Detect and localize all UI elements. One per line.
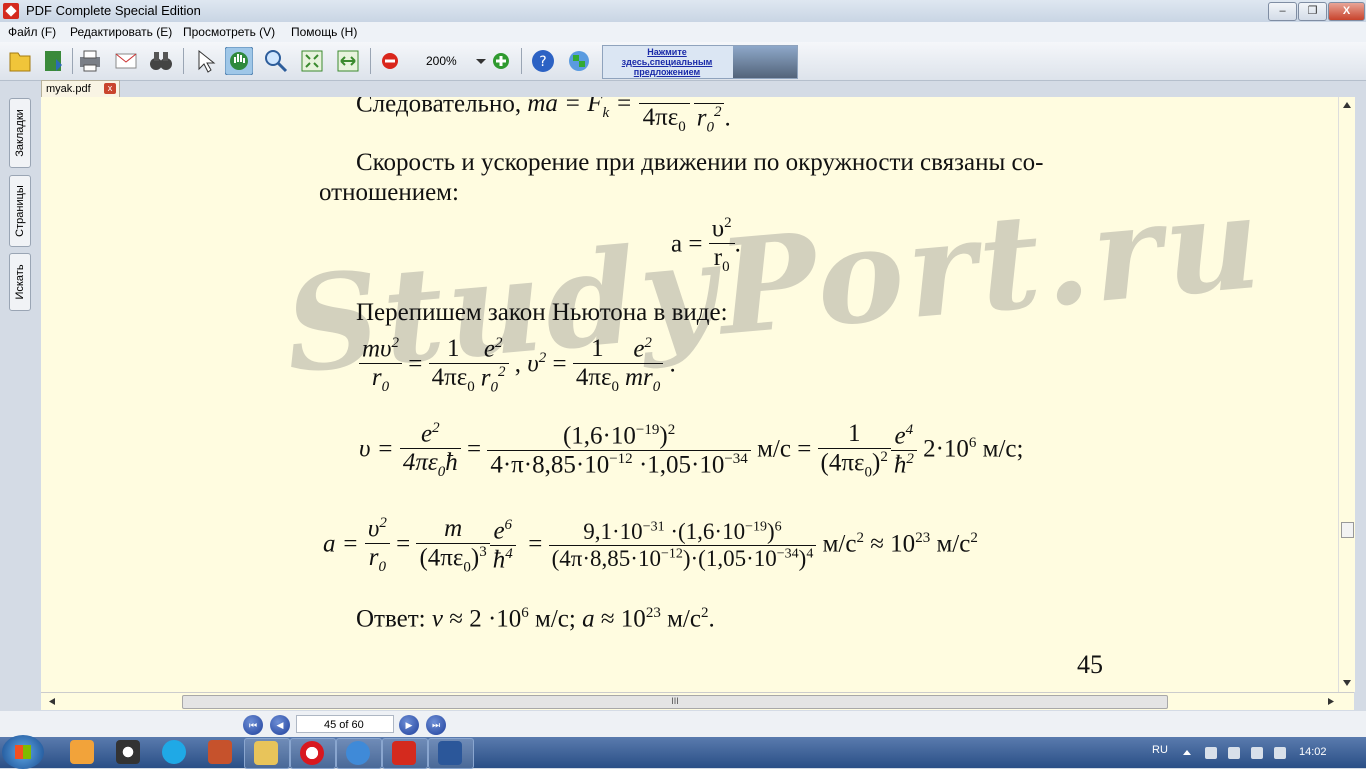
- minimize-button[interactable]: –: [1268, 2, 1297, 21]
- zoom-in-icon[interactable]: [487, 47, 515, 75]
- first-page-icon[interactable]: ⏮: [243, 715, 263, 735]
- promo-banner-image: [733, 46, 797, 78]
- opera-icon: [300, 741, 324, 765]
- clock[interactable]: 14:02: [1299, 746, 1327, 758]
- paragraph-2: Перепишем закон Ньютона в виде:: [356, 299, 728, 326]
- select-cursor-icon[interactable]: [190, 47, 218, 75]
- tray-devices-icon[interactable]: [1228, 747, 1240, 759]
- vertical-scroll-thumb[interactable]: [1341, 522, 1354, 538]
- page-number-input[interactable]: 45 of 60: [296, 715, 394, 733]
- window-title: PDF Complete Special Edition: [26, 3, 201, 18]
- app-icon: [3, 3, 19, 19]
- tab-filename: myak.pdf: [46, 83, 91, 95]
- document-page: StudyPort.ru Следовательно, ma = Fk = 4π…: [41, 97, 1338, 692]
- taskbar-ie[interactable]: [336, 738, 382, 769]
- side-tab-search-label: Искать: [14, 264, 26, 300]
- word-icon: [438, 741, 462, 765]
- close-button[interactable]: X: [1328, 2, 1365, 21]
- formula-velocity: υ = e2 4πε0ħ = (1,6·10−19)2 4·π·8,85·10−12…: [359, 420, 1024, 481]
- toolbar-separator: [370, 48, 371, 74]
- taskbar-word[interactable]: [428, 738, 474, 769]
- formula-line-1: Следовательно, ma = Fk = 4πε0 r02.: [356, 97, 731, 136]
- folder-icon: [254, 741, 278, 765]
- taskbar: RU 14:02: [0, 735, 1366, 769]
- answer-line: Ответ: ν ≈ 2 ·106 м/с; a ≈ 1023 м/с2.: [356, 605, 715, 633]
- toolbar-separator: [521, 48, 522, 74]
- hand-tool-icon[interactable]: [225, 47, 253, 75]
- menu-bar: Файл (F) Редактировать (E) Просмотреть (…: [0, 22, 1366, 42]
- next-page-icon[interactable]: ▶: [399, 715, 419, 735]
- show-hidden-icons-icon[interactable]: [1182, 749, 1192, 756]
- side-tab-search[interactable]: Искать: [9, 253, 31, 311]
- skype-icon[interactable]: [162, 740, 186, 764]
- taskbar-explorer[interactable]: [244, 738, 290, 769]
- find-binoculars-icon[interactable]: [147, 47, 175, 75]
- save-icon[interactable]: [40, 47, 68, 75]
- image-viewer-icon[interactable]: [208, 740, 232, 764]
- scroll-down-icon[interactable]: [1342, 679, 1352, 687]
- formula-acceleration: a = υ2 r0 = m (4πε0)3 e6 ħ4 = 9,1·10−31 ·(1,…: [323, 515, 978, 576]
- internet-explorer-icon: [346, 741, 370, 765]
- vertical-scrollbar[interactable]: [1338, 97, 1355, 692]
- side-tab-bookmarks-label: Закладки: [14, 109, 26, 157]
- menu-edit[interactable]: Редактировать (E): [70, 25, 172, 39]
- zoom-out-icon[interactable]: [376, 47, 404, 75]
- pdf-complete-icon: [392, 741, 416, 765]
- hp-icon[interactable]: [116, 740, 140, 764]
- side-tab-pages[interactable]: Страницы: [9, 175, 31, 247]
- zoom-magnifier-icon[interactable]: [262, 47, 290, 75]
- language-indicator[interactable]: RU: [1152, 744, 1168, 756]
- page-navigation-bar: ⏮ ◀ 45 of 60 ▶ ⏭: [0, 711, 1366, 737]
- menu-file[interactable]: Файл (F): [8, 25, 56, 39]
- volume-icon[interactable]: [1251, 747, 1263, 759]
- print-icon[interactable]: [76, 47, 104, 75]
- update-globe-icon[interactable]: [565, 47, 593, 75]
- toolbar-separator: [72, 48, 73, 74]
- horizontal-scrollbar[interactable]: III: [41, 692, 1354, 710]
- tray-settings-icon[interactable]: [1274, 747, 1286, 759]
- open-folder-icon[interactable]: [6, 47, 34, 75]
- page-number: 45: [1077, 650, 1103, 679]
- fit-width-icon[interactable]: [334, 47, 362, 75]
- scroll-right-icon[interactable]: [1327, 697, 1335, 706]
- tab-close-button[interactable]: x: [104, 83, 116, 94]
- tray-network-icon[interactable]: [1205, 747, 1217, 759]
- zoom-level[interactable]: 200%: [426, 54, 457, 68]
- media-player-icon[interactable]: [70, 740, 94, 764]
- taskbar-opera[interactable]: [290, 738, 336, 769]
- promo-banner-text[interactable]: Нажмите здесь,специальным предложением: [603, 46, 731, 78]
- email-icon[interactable]: [112, 47, 140, 75]
- side-tab-pages-label: Страницы: [14, 185, 26, 237]
- last-page-icon[interactable]: ⏭: [426, 715, 446, 735]
- toolbar-separator: [183, 48, 184, 74]
- help-icon[interactable]: ?: [529, 47, 557, 75]
- svg-text:?: ?: [539, 54, 546, 70]
- tab-document[interactable]: myak.pdf x: [41, 80, 120, 98]
- promo-banner[interactable]: Нажмите здесь,специальным предложением: [602, 45, 798, 79]
- taskbar-pdf-complete[interactable]: [382, 738, 428, 769]
- title-bar: PDF Complete Special Edition – ❐ X: [0, 0, 1366, 22]
- paragraph-1-line-2: отношением:: [319, 179, 459, 206]
- previous-page-icon[interactable]: ◀: [270, 715, 290, 735]
- horizontal-scroll-thumb[interactable]: III: [182, 695, 1168, 709]
- scroll-up-icon[interactable]: [1342, 101, 1352, 109]
- menu-view[interactable]: Просмотреть (V): [183, 25, 275, 39]
- formula-acceleration-definition: a = υ2 r0.: [671, 215, 741, 276]
- start-button[interactable]: [2, 735, 44, 769]
- paragraph-1-line-1: Скорость и ускорение при движении по окр…: [356, 149, 1044, 176]
- scroll-left-icon[interactable]: [48, 697, 56, 706]
- fit-page-icon[interactable]: [298, 47, 326, 75]
- formula-newton-law: mυ2 r0 = 1 4πε0 e2 r02 , υ2 = 1 4πε0 e2 mr0 .: [359, 335, 676, 397]
- maximize-button[interactable]: ❐: [1298, 2, 1327, 21]
- side-tab-bookmarks[interactable]: Закладки: [9, 98, 31, 168]
- menu-help[interactable]: Помощь (H): [291, 25, 357, 39]
